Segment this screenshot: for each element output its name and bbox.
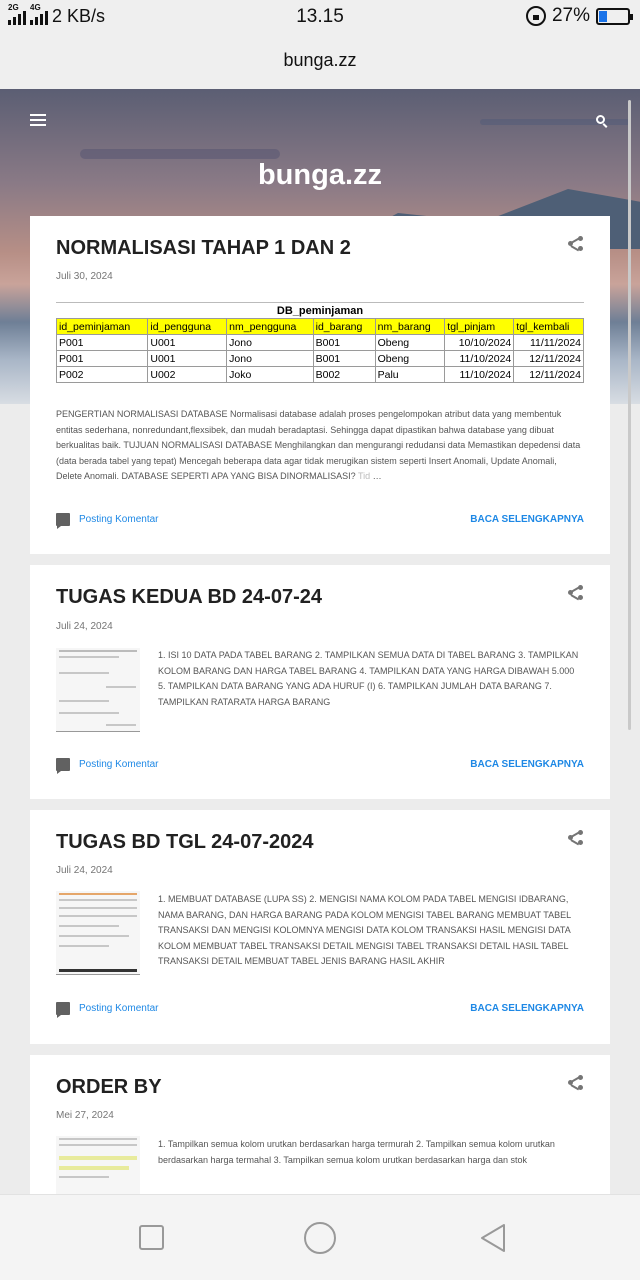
read-more-link[interactable]: BACA SELENGKAPNYA	[470, 759, 584, 770]
post-image-table[interactable]: DB_peminjaman id_peminjaman id_pengguna …	[55, 302, 584, 383]
address-bar[interactable]: bunga.zz	[0, 34, 640, 89]
post-snippet: 1. MEMBUAT DATABASE (LUPA SS) 2. MENGISI…	[158, 894, 571, 966]
table-header-cell: nm_pengguna	[226, 318, 314, 335]
post-date: Juli 24, 2024	[56, 865, 113, 876]
table-row: P002 U002 Joko B002 Palu 11/10/2024 12/1…	[55, 366, 584, 383]
table-header-cell: id_peminjaman	[55, 318, 149, 335]
comment-icon	[56, 758, 70, 774]
page-scrollbar[interactable]	[628, 100, 631, 730]
comment-icon	[56, 1002, 70, 1018]
table-cell: 11/11/2024	[513, 334, 584, 351]
table-cell: Jono	[226, 350, 314, 367]
post-thumbnail[interactable]	[56, 648, 140, 732]
table-cell: P001	[55, 350, 149, 367]
post-comment-link[interactable]: Posting Komentar	[56, 758, 159, 774]
table-header-row: id_peminjaman id_pengguna nm_pengguna id…	[55, 318, 584, 335]
post-title[interactable]: TUGAS BD TGL 24-07-2024	[56, 831, 314, 854]
share-icon[interactable]	[568, 585, 584, 601]
table-cell: U001	[147, 350, 228, 367]
table-cell: B002	[312, 366, 376, 383]
battery-icon	[596, 7, 633, 25]
post-date: Juli 24, 2024	[56, 621, 113, 632]
blog-title[interactable]: bunga.zz	[0, 159, 640, 192]
table-cell: 11/10/2024	[444, 350, 515, 367]
search-icon[interactable]	[596, 115, 610, 129]
battery-percent: 27%	[551, 5, 590, 26]
rotation-lock-icon	[525, 6, 546, 26]
table-cell: Palu	[374, 366, 446, 383]
table-cell: B001	[312, 350, 376, 367]
post-snippet-ellipsis: …	[372, 471, 382, 481]
table-cell: 12/11/2024	[513, 350, 584, 367]
table-caption: DB_peminjaman	[56, 302, 584, 318]
table-header-cell: tgl_pinjam	[444, 318, 515, 335]
home-circle-icon[interactable]	[304, 1222, 336, 1254]
post-snippet: 1. Tampilkan semua kolom urutkan berdasa…	[158, 1139, 555, 1165]
table-header-cell: tgl_kembali	[513, 318, 584, 335]
post-date: Mei 27, 2024	[56, 1110, 114, 1121]
post-comment-link[interactable]: Posting Komentar	[56, 513, 159, 529]
table-cell: U002	[147, 366, 228, 383]
post-snippet-text: PENGERTIAN NORMALISASI DATABASE Normalis…	[56, 409, 581, 481]
share-icon[interactable]	[568, 236, 584, 252]
table-header-cell: id_barang	[312, 318, 376, 335]
post-snippet: PENGERTIAN NORMALISASI DATABASE Normalis…	[56, 407, 584, 485]
post-title[interactable]: NORMALISASI TAHAP 1 DAN 2	[56, 237, 351, 260]
table-cell: P002	[55, 366, 149, 383]
recents-square-icon[interactable]	[139, 1225, 164, 1250]
table-row: P001 U001 Jono B001 Obeng 11/10/2024 12/…	[55, 350, 584, 367]
post-title[interactable]: TUGAS KEDUA BD 24-07-24	[56, 586, 322, 609]
post-snippet-fade: Tid	[357, 471, 371, 481]
post-date: Juli 30, 2024	[56, 271, 113, 282]
post-snippet: 1. ISI 10 DATA PADA TABEL BARANG 2. TAMP…	[158, 650, 579, 707]
table-cell: B001	[312, 334, 376, 351]
hamburger-icon[interactable]	[30, 114, 46, 126]
share-icon[interactable]	[568, 1075, 584, 1091]
status-bar: 2G 4G 2 KB/s 13.15 27%	[0, 0, 640, 34]
table-cell: Obeng	[374, 334, 446, 351]
table-cell: 10/10/2024	[444, 334, 515, 351]
back-triangle-icon[interactable]	[478, 1222, 508, 1254]
table-cell: U001	[147, 334, 228, 351]
comment-label: Posting Komentar	[79, 1003, 159, 1014]
post-thumbnail[interactable]	[56, 1136, 140, 1194]
read-more-link[interactable]: BACA SELENGKAPNYA	[470, 1003, 584, 1014]
table-cell: Joko	[226, 366, 314, 383]
post-card: ORDER BY Mei 27, 2024 1. Tampilkan semua…	[30, 1055, 610, 1194]
table-cell: Obeng	[374, 350, 446, 367]
table-cell: 11/10/2024	[444, 366, 515, 383]
comment-icon	[56, 513, 70, 529]
table-cell: 12/11/2024	[513, 366, 584, 383]
table-row: P001 U001 Jono B001 Obeng 10/10/2024 11/…	[55, 334, 584, 351]
read-more-link[interactable]: BACA SELENGKAPNYA	[470, 514, 584, 525]
post-comment-link[interactable]: Posting Komentar	[56, 1002, 159, 1018]
share-icon[interactable]	[568, 830, 584, 846]
post-card: TUGAS BD TGL 24-07-2024 Juli 24, 2024 1.…	[30, 810, 610, 1044]
post-card: TUGAS KEDUA BD 24-07-24 Juli 24, 2024 1.…	[30, 565, 610, 799]
post-title[interactable]: ORDER BY	[56, 1076, 162, 1099]
table-header-cell: nm_barang	[374, 318, 446, 335]
comment-label: Posting Komentar	[79, 514, 159, 525]
post-thumbnail[interactable]	[56, 891, 140, 975]
url-text: bunga.zz	[283, 50, 357, 70]
comment-label: Posting Komentar	[79, 759, 159, 770]
system-nav-bar	[0, 1194, 640, 1280]
table-cell: Jono	[226, 334, 314, 351]
header-cloud	[80, 149, 280, 159]
post-card: NORMALISASI TAHAP 1 DAN 2 Juli 30, 2024 …	[30, 216, 610, 554]
table-cell: P001	[55, 334, 149, 351]
table-header-cell: id_pengguna	[147, 318, 228, 335]
